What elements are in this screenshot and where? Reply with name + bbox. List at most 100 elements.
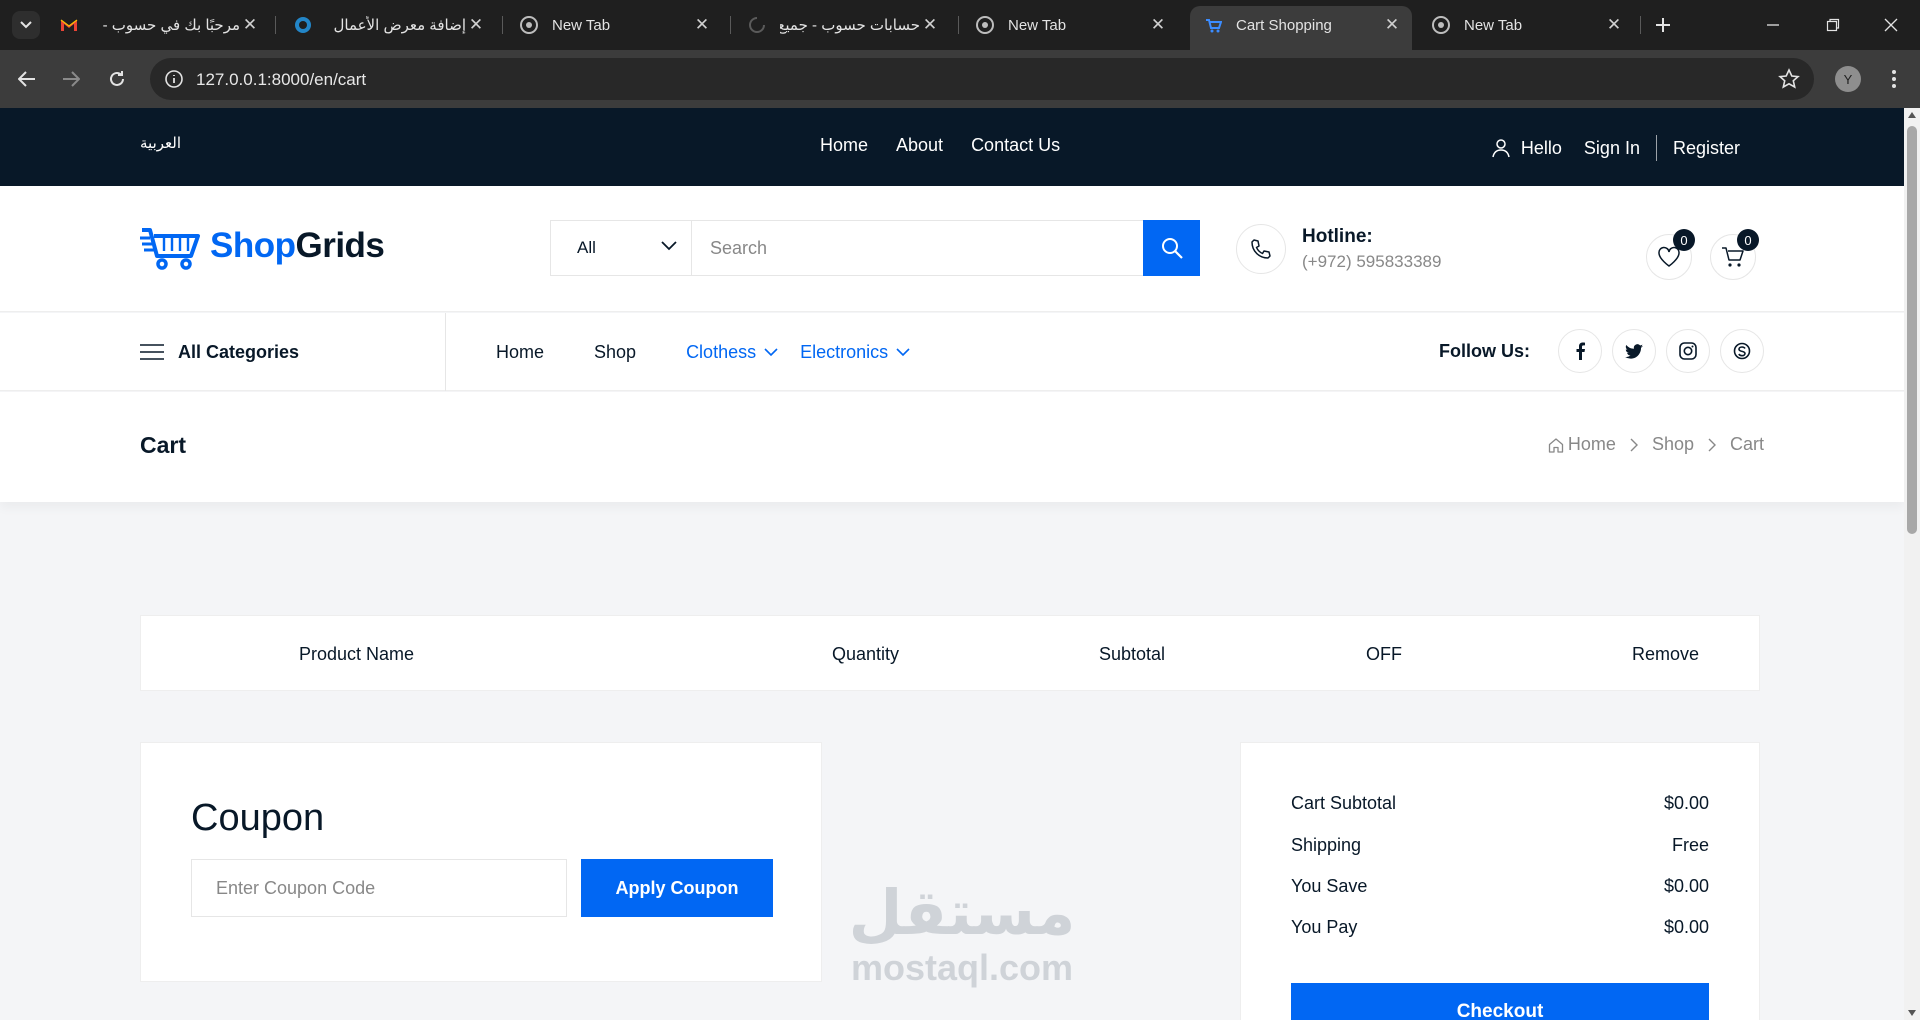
all-categories-button[interactable]: All Categories	[140, 313, 446, 391]
close-icon[interactable]: ✕	[1382, 15, 1402, 35]
breadcrumbs-section: Cart Home Shop Cart	[0, 392, 1904, 502]
column-off: OFF	[1366, 644, 1402, 664]
browser-tab-4[interactable]: حسابات حسوب - جميع ✕	[734, 6, 950, 44]
hotline-number[interactable]: (+972) 595833389	[1302, 252, 1441, 272]
chevron-down-icon	[20, 21, 32, 29]
nav-item-home[interactable]: Home	[496, 342, 544, 363]
language-switch[interactable]: العربية	[140, 134, 181, 152]
summary-label: You Save	[1291, 876, 1368, 896]
chevron-right-icon	[1708, 438, 1716, 451]
browser-tab-strip: مرحبًا بك في حسوب - ✕ إضافة معرض الأعمال…	[0, 0, 1920, 50]
minimize-button[interactable]	[1760, 12, 1786, 38]
reload-button[interactable]	[102, 64, 132, 94]
sign-in-link[interactable]: Sign In	[1584, 138, 1640, 159]
top-link-contact[interactable]: Contact Us	[971, 135, 1060, 156]
page-scrollbar[interactable]	[1904, 108, 1920, 1020]
search-button[interactable]	[1143, 220, 1200, 276]
user-links: Hello Sign In Register	[1491, 135, 1740, 161]
close-icon[interactable]: ✕	[692, 15, 712, 35]
profile-avatar[interactable]: Y	[1835, 66, 1861, 92]
info-icon[interactable]	[164, 69, 184, 89]
register-link[interactable]: Register	[1673, 138, 1740, 159]
nav-item-clothess[interactable]: Clothess	[686, 342, 778, 363]
close-icon[interactable]: ✕	[920, 15, 940, 35]
browser-tab-1[interactable]: مرحبًا بك في حسوب - ✕	[46, 6, 270, 44]
main-nav: Home Shop Clothess Electronics	[496, 313, 932, 391]
summary-row-you-pay: You Pay $0.00	[1291, 917, 1709, 938]
column-subtotal: Subtotal	[1099, 644, 1166, 664]
skype-button[interactable]	[1720, 329, 1764, 373]
browser-tab-3[interactable]: New Tab ✕	[506, 6, 722, 44]
cart-button[interactable]: 0	[1710, 229, 1759, 280]
search-input[interactable]	[692, 221, 1143, 275]
chrome-icon	[976, 16, 994, 34]
browser-tab-2[interactable]: إضافة معرض الأعمال ✕	[280, 6, 496, 44]
instagram-icon	[1679, 342, 1697, 360]
wishlist-button[interactable]: 0	[1646, 229, 1695, 280]
browser-menu-button[interactable]	[1880, 65, 1908, 93]
chevron-down-icon	[764, 347, 778, 356]
site-logo[interactable]: ShopGrids	[140, 222, 385, 270]
category-select-value: All	[577, 238, 596, 257]
tab-search-button[interactable]	[12, 11, 40, 39]
mostaql-icon	[294, 16, 312, 34]
restore-button[interactable]	[1820, 12, 1846, 38]
nav-item-electronics[interactable]: Electronics	[800, 342, 910, 363]
breadcrumb-shop[interactable]: Shop	[1652, 434, 1694, 455]
header-middle: ShopGrids All Hotline: (+972) 595833389	[0, 186, 1904, 312]
apply-coupon-button[interactable]: Apply Coupon	[581, 859, 773, 917]
cart-logo-icon	[140, 228, 200, 270]
wishlist-count-badge: 0	[1673, 229, 1695, 251]
scroll-down-icon[interactable]	[1908, 1010, 1916, 1016]
close-window-button[interactable]	[1878, 12, 1904, 38]
address-bar[interactable]: 127.0.0.1:8000/en/cart	[150, 58, 1814, 100]
hotline: Hotline: (+972) 595833389	[1236, 224, 1441, 274]
skype-icon	[1733, 342, 1751, 360]
tab-title: New Tab	[1008, 16, 1067, 34]
top-bar: العربية Home About Contact Us Hello Sign…	[0, 108, 1904, 186]
coupon-code-input[interactable]	[191, 859, 567, 917]
column-product-name: Product Name	[299, 644, 415, 664]
reload-icon	[110, 71, 124, 86]
scroll-up-icon[interactable]	[1908, 112, 1916, 118]
breadcrumb-home[interactable]: Home	[1548, 434, 1616, 455]
facebook-button[interactable]	[1558, 329, 1602, 373]
new-tab-button[interactable]	[1650, 12, 1676, 38]
nav-item-shop[interactable]: Shop	[594, 342, 636, 363]
mostaql-watermark: مستقل mostaql.com	[842, 878, 1082, 988]
all-categories-label: All Categories	[178, 341, 300, 362]
chrome-icon	[520, 16, 538, 34]
search-icon	[1161, 238, 1183, 259]
browser-tab-7[interactable]: New Tab ✕	[1418, 6, 1634, 44]
browser-tab-active[interactable]: Cart Shopping ✕	[1190, 6, 1412, 50]
loading-icon	[748, 16, 766, 34]
home-icon	[1548, 437, 1564, 453]
scrollbar-thumb[interactable]	[1907, 126, 1917, 534]
twitter-button[interactable]	[1612, 329, 1656, 373]
close-icon[interactable]: ✕	[466, 15, 486, 35]
url-text[interactable]: 127.0.0.1:8000/en/cart	[196, 70, 366, 90]
instagram-button[interactable]	[1666, 329, 1710, 373]
user-icon	[1492, 139, 1510, 158]
summary-label: Cart Subtotal	[1291, 793, 1397, 813]
close-icon[interactable]: ✕	[1604, 15, 1624, 35]
category-select[interactable]: All	[551, 221, 692, 275]
page-viewport: العربية Home About Contact Us Hello Sign…	[0, 108, 1904, 1020]
checkout-button[interactable]: Checkout	[1291, 983, 1709, 1020]
header-bottom: All Categories Home Shop Clothess Electr…	[0, 313, 1904, 391]
follow-us: Follow Us:	[1439, 329, 1764, 373]
back-button[interactable]	[12, 64, 42, 94]
column-remove: Remove	[1632, 644, 1700, 664]
top-link-about[interactable]: About	[896, 135, 943, 156]
summary-label: Shipping	[1291, 835, 1362, 855]
tab-title: إضافة معرض الأعمال	[333, 17, 466, 34]
forward-button[interactable]	[56, 64, 86, 94]
close-icon[interactable]: ✕	[240, 15, 260, 35]
gmail-icon	[60, 16, 78, 34]
close-icon[interactable]: ✕	[1148, 15, 1168, 35]
coupon-panel: Coupon Apply Coupon	[140, 742, 822, 982]
bookmark-star-icon[interactable]	[1778, 68, 1800, 90]
browser-tab-5[interactable]: New Tab ✕	[962, 6, 1178, 44]
tab-title: New Tab	[1464, 16, 1523, 34]
top-link-home[interactable]: Home	[820, 135, 868, 156]
